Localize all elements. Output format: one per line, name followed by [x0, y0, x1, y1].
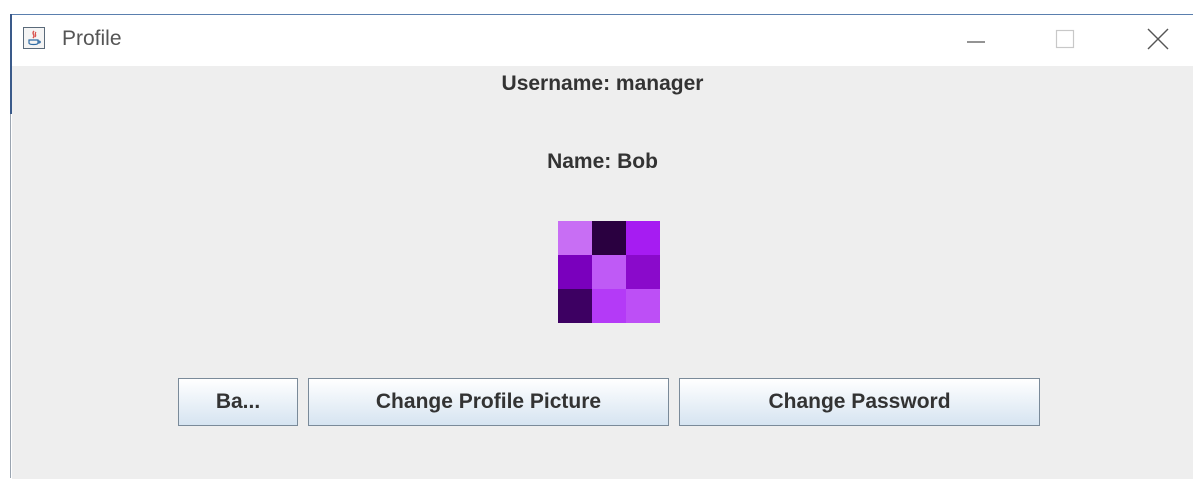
background-window-edge: [0, 0, 12, 478]
close-button[interactable]: [1135, 21, 1181, 57]
avatar-pixel: [626, 221, 660, 255]
profile-window: Profile Username: manager Name: Bob Ba..…: [12, 14, 1193, 479]
close-icon: [1147, 28, 1169, 50]
maximize-icon: [1055, 29, 1075, 49]
minimize-icon: [967, 41, 985, 43]
profile-picture: [558, 221, 660, 323]
change-profile-picture-button[interactable]: Change Profile Picture: [308, 378, 669, 426]
background-window-border-lower: [10, 114, 11, 478]
java-app-icon: [23, 27, 45, 49]
avatar-pixel: [558, 289, 592, 323]
change-password-button[interactable]: Change Password: [679, 378, 1040, 426]
avatar-pixel: [592, 289, 626, 323]
title-bar[interactable]: Profile: [12, 15, 1193, 66]
minimize-button[interactable]: [953, 21, 999, 57]
avatar-pixel: [592, 221, 626, 255]
avatar-pixel: [626, 289, 660, 323]
avatar-pixel: [558, 255, 592, 289]
window-title: Profile: [62, 27, 122, 50]
back-button[interactable]: Ba...: [178, 378, 298, 426]
name-label: Name: Bob: [547, 150, 658, 173]
avatar-pixel: [592, 255, 626, 289]
maximize-button[interactable]: [1042, 21, 1088, 57]
avatar-pixel: [558, 221, 592, 255]
profile-content: Username: manager Name: Bob Ba... Change…: [12, 66, 1193, 479]
avatar-pixel: [626, 255, 660, 289]
username-label: Username: manager: [501, 72, 704, 95]
